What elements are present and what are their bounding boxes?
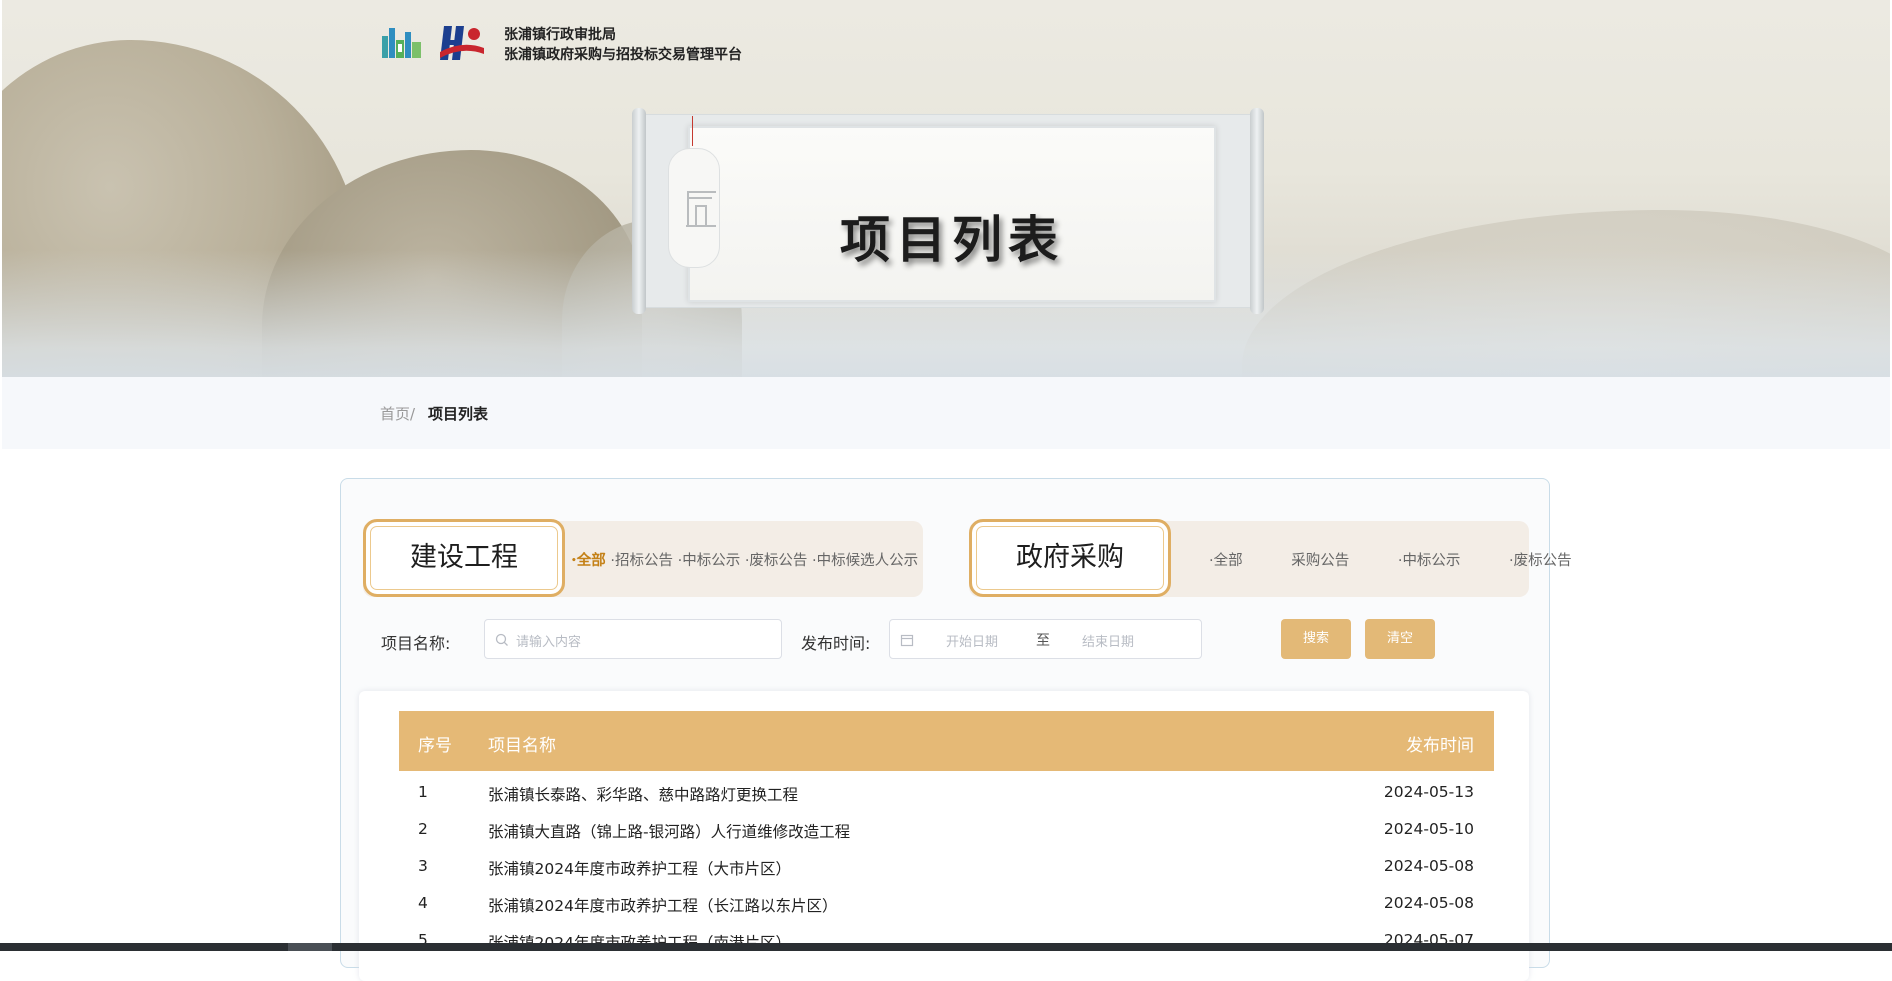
project-name-label: 项目名称:	[381, 634, 451, 653]
row-date: 2024-05-08	[1383, 894, 1474, 912]
table-row[interactable]: 1 张浦镇长泰路、彩华路、慈中路路灯更换工程 2024-05-13	[399, 775, 1494, 812]
hero-banner: 张浦镇行政审批局 张浦镇政府采购与招投标交易管理平台 项目列表	[2, 0, 1890, 377]
row-number: 2	[418, 820, 428, 838]
project-table: 序号 项目名称 发布时间 1 张浦镇长泰路、彩华路、慈中路路灯更换工程 2024…	[359, 691, 1529, 981]
table-header: 序号 项目名称 发布时间	[399, 711, 1494, 771]
brand-logo-icon	[440, 26, 484, 60]
calendar-icon	[900, 634, 914, 647]
scroll-rod-right	[1250, 108, 1264, 314]
row-project-name[interactable]: 张浦镇长泰路、彩华路、慈中路路灯更换工程	[488, 783, 798, 805]
title-scroll: 项目列表	[632, 108, 1264, 314]
breadcrumb-current: 项目列表	[428, 405, 489, 423]
procurement-category-bar: 政府采购 ·全部 采购公告 ·中标公示 ·废标公告	[969, 519, 1572, 597]
end-date-input[interactable]: 结束日期	[1082, 631, 1134, 650]
tag-string	[692, 116, 693, 146]
construction-category-links: •全部 ·招标公告 ·中标公示 ·废标公告 ·中标候选人公示	[571, 549, 918, 570]
construction-tab-award-notice[interactable]: ·中标公示	[678, 549, 741, 570]
construction-tab-void-notice[interactable]: ·废标公告	[745, 549, 808, 570]
row-project-name[interactable]: 张浦镇大直路（锦上路-银河路）人行道维修改造工程	[488, 820, 850, 842]
row-date: 2024-05-10	[1383, 820, 1474, 838]
row-project-name[interactable]: 张浦镇2024年度市政养护工程（长江路以东片区）	[488, 894, 837, 916]
construction-tab-tender-notice[interactable]: ·招标公告	[610, 549, 673, 570]
column-header-name: 项目名称	[488, 736, 556, 756]
taskbar	[0, 943, 1892, 951]
publish-time-label: 发布时间:	[801, 634, 871, 653]
breadcrumb: 首页/ 项目列表	[2, 377, 1890, 449]
date-range-separator: 至	[1036, 633, 1050, 649]
row-number: 1	[418, 783, 428, 801]
taskbar-app-tab[interactable]	[288, 943, 332, 951]
city-logo-icon	[382, 28, 421, 58]
search-icon	[495, 633, 508, 646]
platform-name: 张浦镇政府采购与招投标交易管理平台	[504, 47, 742, 63]
table-row[interactable]: 5 张浦镇2024年度市政养护工程（南港片区） 2024-05-07	[399, 923, 1494, 960]
construction-tab-candidate-notice[interactable]: ·中标候选人公示	[812, 549, 918, 570]
construction-tab-all[interactable]: •全部	[571, 549, 606, 570]
procurement-category-title: 政府采购	[969, 519, 1171, 597]
start-date-input[interactable]: 开始日期	[946, 631, 998, 650]
construction-category-bar: 建设工程 •全部 ·招标公告 ·中标公示 ·废标公告 ·中标候选人公示	[363, 519, 923, 597]
project-name-placeholder: 请输入内容	[516, 635, 582, 650]
project-list-panel: 建设工程 •全部 ·招标公告 ·中标公示 ·废标公告 ·中标候选人公示 政府采购…	[340, 478, 1572, 981]
procurement-category-links: ·全部 采购公告 ·中标公示 ·废标公告	[1209, 549, 1616, 570]
search-button[interactable]: 搜索	[1281, 619, 1351, 659]
row-date: 2024-05-08	[1383, 857, 1474, 875]
row-date: 2024-05-13	[1383, 783, 1474, 801]
scroll-rod-left	[632, 108, 646, 314]
breadcrumb-home-link[interactable]: 首页/	[380, 403, 415, 424]
page-title: 项目列表	[840, 210, 1064, 269]
clear-button[interactable]: 清空	[1365, 619, 1435, 659]
project-name-input[interactable]: 请输入内容	[484, 619, 782, 659]
table-row[interactable]: 4 张浦镇2024年度市政养护工程（长江路以东片区） 2024-05-08	[399, 886, 1494, 923]
row-number: 4	[418, 894, 428, 912]
scroll-paper: 项目列表	[688, 126, 1216, 302]
org-name: 张浦镇行政审批局	[504, 27, 616, 43]
procurement-tab-void-notice[interactable]: ·废标公告	[1509, 549, 1594, 570]
crane-icon	[686, 191, 716, 227]
procurement-tab-purchase-notice[interactable]: 采购公告	[1291, 549, 1371, 570]
row-number: 3	[418, 857, 428, 875]
construction-category-title: 建设工程	[363, 519, 565, 597]
procurement-tab-all[interactable]: ·全部	[1209, 549, 1265, 570]
row-project-name[interactable]: 张浦镇2024年度市政养护工程（大市片区）	[488, 857, 791, 879]
date-range-picker[interactable]: 开始日期 至 结束日期	[889, 619, 1202, 659]
table-row[interactable]: 3 张浦镇2024年度市政养护工程（大市片区） 2024-05-08	[399, 849, 1494, 886]
column-header-no: 序号	[418, 736, 452, 756]
table-row[interactable]: 2 张浦镇大直路（锦上路-银河路）人行道维修改造工程 2024-05-10	[399, 812, 1494, 849]
column-header-date: 发布时间	[1406, 736, 1474, 756]
procurement-tab-award-notice[interactable]: ·中标公示	[1398, 549, 1483, 570]
